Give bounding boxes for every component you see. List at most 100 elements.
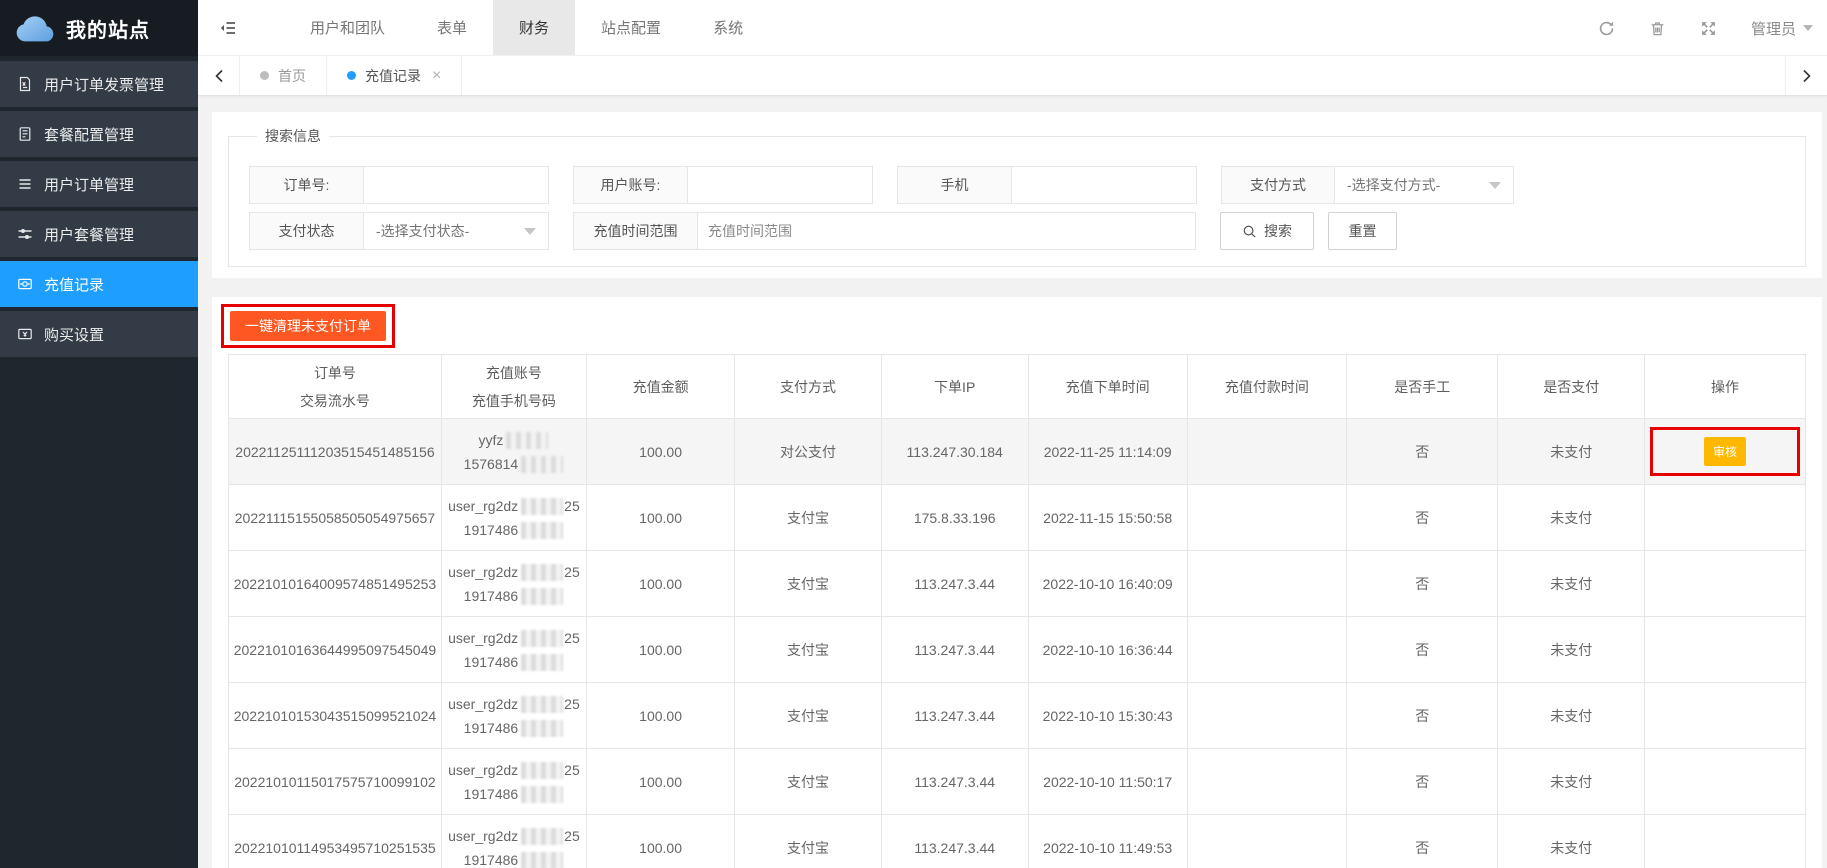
nav-site-config[interactable]: 站点配置 [575, 0, 687, 55]
redacted-blur [521, 630, 563, 647]
invoice-icon [17, 76, 33, 92]
audit-button[interactable]: 审核 [1704, 437, 1746, 466]
cell-amount: 100.00 [586, 815, 734, 868]
records-panel: 一键清理未支付订单 订单号交易流水号 充值账号充值手机号码 充值金额 支付方式 … [212, 297, 1822, 868]
col-amount: 充值金额 [586, 355, 734, 419]
package-config-icon [17, 126, 33, 142]
order-no-input[interactable] [363, 166, 549, 204]
pay-method-label: 支付方式 [1221, 166, 1334, 204]
search-legend: 搜索信息 [257, 126, 329, 146]
col-order-time: 充值下单时间 [1028, 355, 1187, 419]
tab-home[interactable]: 首页 [240, 56, 327, 95]
cell-account: user_rg2dz25 1917486 [441, 485, 586, 551]
col-is-manual: 是否手工 [1347, 355, 1498, 419]
purchase-settings-icon [17, 326, 33, 342]
cell-account: yyfz 1576814 [441, 419, 586, 485]
sidebar-menu: 用户订单发票管理 套餐配置管理 用户订单管理 用户套餐管理 [0, 56, 198, 357]
redacted-blur [521, 654, 563, 671]
pay-status-select[interactable]: -选择支付状态- [363, 212, 549, 250]
cell-pay-status: 未支付 [1498, 683, 1645, 749]
fullscreen-icon[interactable] [1700, 20, 1717, 37]
cell-account: user_rg2dz25 1917486 [441, 683, 586, 749]
phone-input[interactable] [1011, 166, 1197, 204]
search-button[interactable]: 搜索 [1220, 212, 1314, 250]
col-pay-time: 充值付款时间 [1187, 355, 1346, 419]
cell-action [1645, 683, 1806, 749]
redacted-blur [521, 720, 563, 737]
search-row-1: 订单号: 用户账号: 手机 支付方式 -选择支付方式- [249, 166, 1785, 204]
cell-order-no: 20221010114953495710251535 [229, 815, 442, 868]
sidebar-item-package-config[interactable]: 套餐配置管理 [0, 111, 198, 157]
pay-status-label: 支付状态 [249, 212, 363, 250]
table-row: 20221010163644995097545049 user_rg2dz25 … [229, 617, 1806, 683]
time-range-input[interactable] [697, 212, 1196, 250]
user-menu[interactable]: 管理员 [1751, 18, 1813, 39]
cell-order-time: 2022-10-10 15:30:43 [1028, 683, 1187, 749]
redacted-blur [521, 786, 563, 803]
pay-status-selected-value: -选择支付状态- [376, 221, 469, 241]
sidebar-item-user-packages[interactable]: 用户套餐管理 [0, 211, 198, 257]
table-row: 20221010164009574851495253 user_rg2dz25 … [229, 551, 1806, 617]
sidebar-item-purchase-settings[interactable]: 购买设置 [0, 311, 198, 357]
collapse-menu-icon[interactable] [198, 0, 258, 55]
tab-bar: 首页 充值记录 × [198, 56, 1827, 96]
cell-pay-time [1187, 551, 1346, 617]
sidebar-item-user-orders[interactable]: 用户订单管理 [0, 161, 198, 207]
tab-label: 充值记录 [365, 66, 421, 86]
cell-order-time: 2022-10-10 16:40:09 [1028, 551, 1187, 617]
tabs-scroll-left-icon[interactable] [198, 56, 240, 95]
cell-amount: 100.00 [586, 749, 734, 815]
nav-users-teams[interactable]: 用户和团队 [284, 0, 411, 55]
cell-order-time: 2022-10-10 11:49:53 [1028, 815, 1187, 868]
cell-ip: 113.247.3.44 [881, 551, 1028, 617]
cell-order-no: 20221115155058505054975657 [229, 485, 442, 551]
pay-method-select[interactable]: -选择支付方式- [1334, 166, 1514, 204]
table-header-row: 订单号交易流水号 充值账号充值手机号码 充值金额 支付方式 下单IP 充值下单时… [229, 355, 1806, 419]
redacted-blur [521, 522, 563, 539]
cell-pay-method: 支付宝 [735, 815, 882, 868]
redacted-blur [521, 498, 563, 515]
search-panel: 搜索信息 订单号: 用户账号: 手机 支付方式 [212, 112, 1822, 278]
cell-is-manual: 否 [1347, 815, 1498, 868]
site-title: 我的站点 [66, 14, 150, 43]
sidebar-item-recharge-records[interactable]: 充值记录 [0, 261, 198, 307]
cell-ip: 113.247.3.44 [881, 683, 1028, 749]
cell-pay-method: 支付宝 [735, 485, 882, 551]
tab-label: 首页 [278, 66, 306, 86]
refresh-icon[interactable] [1598, 20, 1615, 37]
table-row: 20221115155058505054975657 user_rg2dz25 … [229, 485, 1806, 551]
cell-pay-time [1187, 815, 1346, 868]
cell-amount: 100.00 [586, 683, 734, 749]
clear-unpaid-orders-button[interactable]: 一键清理未支付订单 [230, 311, 386, 341]
sidebar-item-user-order-invoice[interactable]: 用户订单发票管理 [0, 61, 198, 107]
col-pay-method: 支付方式 [735, 355, 882, 419]
redacted-blur [521, 588, 563, 605]
cell-order-no: 20221010115017575710099102 [229, 749, 442, 815]
cell-ip: 113.247.30.184 [881, 419, 1028, 485]
account-input[interactable] [687, 166, 873, 204]
app-screen: 我的站点 用户订单发票管理 套餐配置管理 用户订单管理 [0, 0, 1827, 868]
order-no-field: 订单号: [249, 166, 549, 204]
tabs-scroll-right-icon[interactable] [1785, 56, 1827, 95]
close-tab-icon[interactable]: × [432, 67, 441, 85]
redacted-blur [521, 696, 563, 713]
col-pay-status: 是否支付 [1498, 355, 1645, 419]
cell-order-no: 20221010164009574851495253 [229, 551, 442, 617]
redacted-blur [521, 828, 563, 845]
cell-pay-method: 支付宝 [735, 617, 882, 683]
table-row: 20221125111203515451485156 yyfz 1576814 … [229, 419, 1806, 485]
nav-forms[interactable]: 表单 [411, 0, 493, 55]
tab-recharge-records[interactable]: 充值记录 × [327, 56, 462, 95]
cell-ip: 113.247.3.44 [881, 815, 1028, 868]
cell-action: 审核 [1645, 419, 1806, 485]
trash-icon[interactable] [1649, 20, 1666, 37]
cell-ip: 113.247.3.44 [881, 617, 1028, 683]
cell-is-manual: 否 [1347, 683, 1498, 749]
nav-system[interactable]: 系统 [687, 0, 769, 55]
sidebar-item-label: 充值记录 [44, 274, 104, 295]
reset-button[interactable]: 重置 [1328, 212, 1397, 250]
nav-finance[interactable]: 财务 [493, 0, 575, 55]
redacted-blur [506, 432, 548, 449]
pay-method-selected-value: -选择支付方式- [1347, 175, 1440, 195]
redacted-blur [521, 456, 563, 473]
